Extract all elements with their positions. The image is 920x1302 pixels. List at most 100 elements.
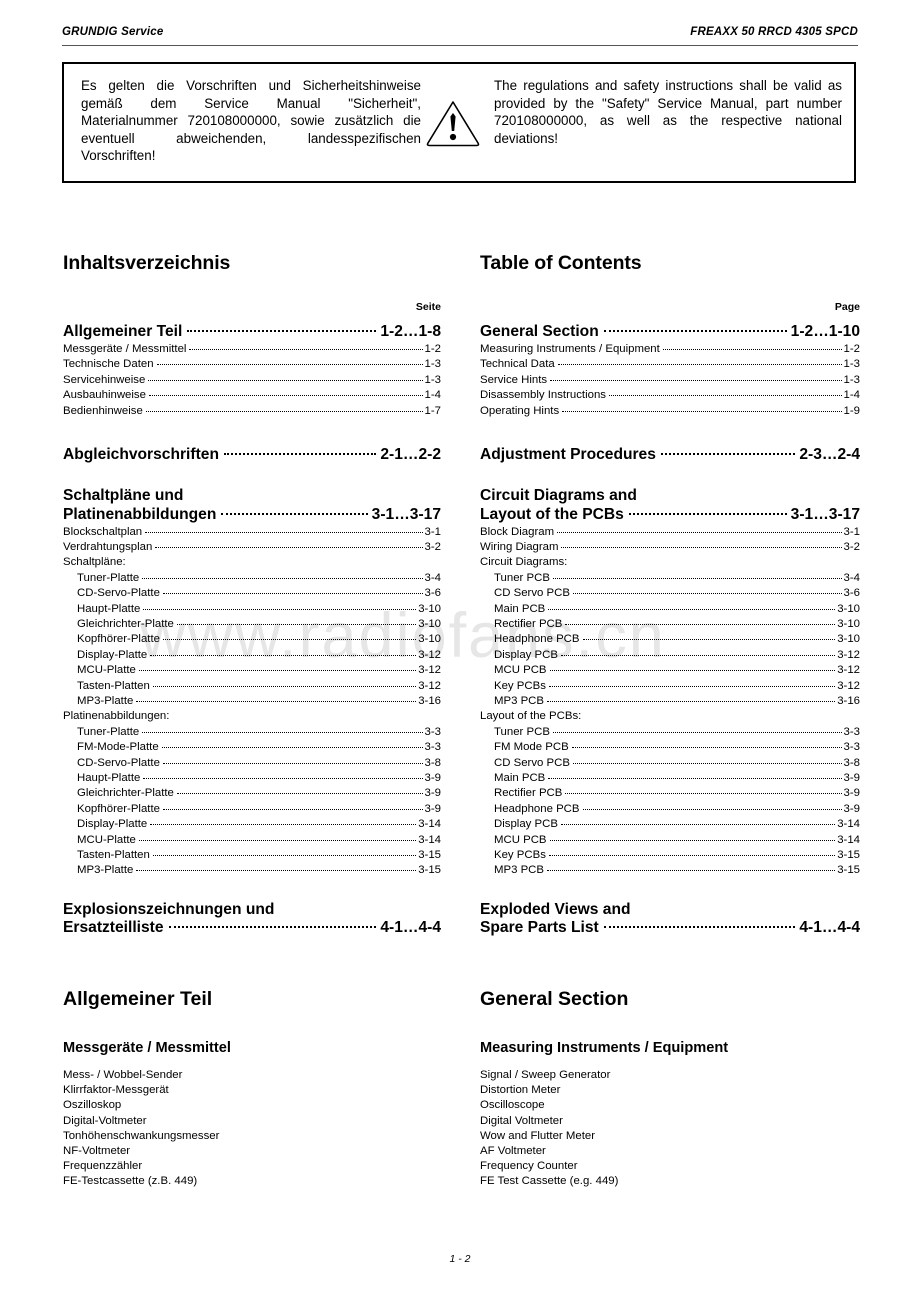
- leader-dots: [571, 747, 842, 749]
- toc-subentry[interactable]: Key PCBs 3-15: [480, 848, 860, 863]
- toc-entry-exploded-de[interactable]: Ersatzteilliste 4-1…4-4: [63, 919, 441, 937]
- toc-subentry[interactable]: Main PCB 3-10: [480, 602, 860, 617]
- leader-dots: [136, 701, 417, 702]
- toc-subentry[interactable]: Rectifier PCB 3-9: [480, 786, 860, 801]
- toc-subentry[interactable]: MP3 PCB 3-15: [480, 863, 860, 878]
- toc-subentry[interactable]: Haupt-Platte 3-9: [63, 771, 441, 786]
- toc-subentry[interactable]: Wiring Diagram 3-2: [480, 540, 860, 555]
- toc-entry-adjustment-de[interactable]: Abgleichvorschriften 2-1…2-2: [63, 446, 441, 464]
- toc-subentry[interactable]: CD Servo PCB 3-8: [480, 756, 860, 771]
- toc-subentry-label: Service Hints: [480, 373, 548, 386]
- toc-subentry-label: Tuner PCB: [494, 725, 550, 738]
- toc-entry-circuits-en[interactable]: Layout of the PCBs 3-1…3-17: [480, 506, 860, 524]
- toc-entry-exploded-line1-en: Exploded Views and: [480, 900, 631, 918]
- toc-subentry[interactable]: MCU PCB 3-12: [480, 663, 860, 678]
- toc-entry-page: 3-1…3-17: [790, 505, 860, 523]
- toc-subentry-label: Measuring Instruments / Equipment: [480, 343, 660, 355]
- toc-subentry[interactable]: Technical Data 1-3: [480, 357, 860, 372]
- toc-subentry[interactable]: Ausbauhinweise 1-4: [63, 388, 441, 403]
- toc-entry-page: 4-1…4-4: [380, 919, 441, 937]
- toc-entry-general-de[interactable]: Allgemeiner Teil 1-2…1-8: [63, 323, 441, 341]
- toc-entry-circuits-line1-en: Circuit Diagrams and: [480, 487, 637, 505]
- toc-subentry[interactable]: Service Hints 1-3: [480, 373, 860, 388]
- toc-subentry[interactable]: Tasten-Platten 3-15: [63, 848, 441, 863]
- toc-subentry[interactable]: Display-Platte 3-12: [63, 648, 441, 663]
- toc-subentry[interactable]: Bedienhinweise 1-7: [63, 404, 441, 419]
- list-item: Frequency Counter: [480, 1160, 578, 1173]
- toc-subentry[interactable]: FM Mode PCB 3-3: [480, 740, 860, 755]
- leader-dots: [143, 608, 417, 610]
- leader-dots: [550, 379, 842, 381]
- toc-subentry-label: Rectifier PCB: [494, 617, 563, 630]
- list-item: Oscilloscope: [480, 1099, 545, 1112]
- toc-subentry[interactable]: Tuner PCB 3-4: [480, 571, 860, 586]
- toc-entry-label: Spare Parts List: [480, 919, 599, 937]
- toc-subentry[interactable]: MCU-Platte 3-14: [63, 833, 441, 848]
- toc-subentry[interactable]: Blockschaltplan 3-1: [63, 525, 441, 540]
- toc-subentry[interactable]: Measuring Instruments / Equipment 1-2: [480, 342, 860, 357]
- toc-subentry[interactable]: Messgeräte / Messmittel 1-2: [63, 342, 441, 357]
- toc-subentry[interactable]: Kopfhörer-Platte 3-10: [63, 632, 441, 647]
- toc-subentry-page: 3-9: [424, 802, 441, 815]
- toc-subentry[interactable]: Headphone PCB 3-9: [480, 802, 860, 817]
- toc-subentry-label: Display PCB: [494, 648, 558, 661]
- toc-subentry[interactable]: FM-Mode-Platte 3-3: [63, 740, 441, 755]
- toc-subentry[interactable]: Operating Hints 1-9: [480, 404, 860, 419]
- toc-subentry-page: 3-3: [424, 725, 441, 738]
- toc-entry-general-en[interactable]: General Section 1-2…1-10: [480, 323, 860, 341]
- toc-subentry[interactable]: Display-Platte 3-14: [63, 817, 441, 832]
- toc-subentry[interactable]: Display PCB 3-14: [480, 817, 860, 832]
- toc-subentry[interactable]: Tuner PCB 3-3: [480, 725, 860, 740]
- toc-subentry[interactable]: Display PCB 3-12: [480, 648, 860, 663]
- toc-subentry-label: Bedienhinweise: [63, 404, 143, 417]
- toc-entry-exploded-en[interactable]: Spare Parts List 4-1…4-4: [480, 919, 860, 937]
- leader-dots: [582, 808, 842, 810]
- toc-subentry[interactable]: Servicehinweise 1-3: [63, 373, 441, 388]
- header-model: FREAXX 50 RRCD 4305 SPCD: [690, 26, 858, 38]
- toc-subentry[interactable]: CD Servo PCB 3-6: [480, 586, 860, 601]
- toc-title-german: Inhaltsverzeichnis: [63, 252, 231, 274]
- toc-subentry-label: MP3 PCB: [494, 695, 545, 707]
- toc-subentry-page: 1-2: [424, 343, 441, 355]
- leader-dots: [150, 654, 417, 656]
- toc-subentry[interactable]: MCU-Platte 3-12: [63, 663, 441, 678]
- leader-dots: [138, 670, 417, 672]
- toc-subentry[interactable]: Tuner-Platte 3-4: [63, 571, 441, 586]
- leader-dots: [560, 824, 836, 826]
- toc-subentry[interactable]: Block Diagram 3-1: [480, 525, 860, 540]
- toc-subentry[interactable]: MP3-Platte 3-15: [63, 863, 441, 878]
- toc-subentry[interactable]: Headphone PCB 3-10: [480, 632, 860, 647]
- leader-dots: [557, 364, 842, 366]
- toc-subentry-page: 3-6: [424, 587, 441, 600]
- toc-subentry[interactable]: MCU PCB 3-14: [480, 833, 860, 848]
- leader-dots: [548, 778, 842, 780]
- toc-column-english: Table of Contents Page General Section 1…: [480, 252, 860, 938]
- toc-subentry[interactable]: Verdrahtungsplan 3-2: [63, 540, 441, 555]
- toc-entry-circuits-de[interactable]: Platinenabbildungen 3-1…3-17: [63, 506, 441, 524]
- toc-subentry[interactable]: Disassembly Instructions 1-4: [480, 388, 860, 403]
- toc-subentry[interactable]: CD-Servo-Platte 3-6: [63, 586, 441, 601]
- toc-subentry[interactable]: Main PCB 3-9: [480, 771, 860, 786]
- toc-group-label-layout-pcbs: Layout of the PCBs:: [480, 710, 582, 723]
- toc-page-label-english: Page: [834, 301, 860, 313]
- toc-subentry[interactable]: Tasten-Platten 3-12: [63, 679, 441, 694]
- toc-subentry[interactable]: Technische Daten 1-3: [63, 357, 441, 372]
- toc-subentry[interactable]: CD-Servo-Platte 3-8: [63, 756, 441, 771]
- toc-column-german: Inhaltsverzeichnis Seite Allgemeiner Tei…: [63, 252, 441, 938]
- toc-subentry[interactable]: Haupt-Platte 3-10: [63, 602, 441, 617]
- leader-dots: [572, 762, 842, 764]
- toc-entry-adjustment-en[interactable]: Adjustment Procedures 2-3…2-4: [480, 446, 860, 464]
- toc-subentry-page: 3-12: [837, 664, 860, 677]
- toc-subentry[interactable]: MP3-Platte 3-16: [63, 694, 441, 709]
- toc-subentry[interactable]: Kopfhörer-Platte 3-9: [63, 802, 441, 817]
- toc-subentry-page: 3-15: [837, 849, 860, 862]
- toc-subentry[interactable]: Rectifier PCB 3-10: [480, 617, 860, 632]
- toc-subentry-page: 3-8: [843, 756, 860, 769]
- toc-subentry[interactable]: Gleichrichter-Platte 3-10: [63, 617, 441, 632]
- leader-dots: [145, 531, 423, 533]
- toc-subentry[interactable]: MP3 PCB 3-16: [480, 694, 860, 709]
- toc-group-label-circuit-diagrams: Circuit Diagrams:: [480, 556, 568, 569]
- toc-subentry[interactable]: Gleichrichter-Platte 3-9: [63, 786, 441, 801]
- toc-subentry[interactable]: Tuner-Platte 3-3: [63, 725, 441, 740]
- toc-subentry[interactable]: Key PCBs 3-12: [480, 679, 860, 694]
